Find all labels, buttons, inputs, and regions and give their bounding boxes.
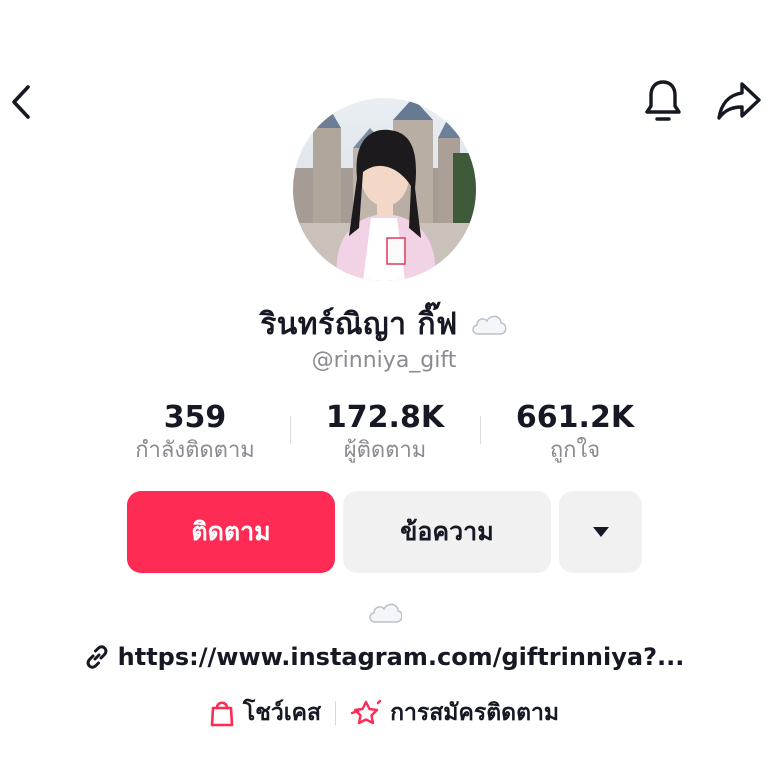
followers-label: ผู้ติดตาม	[343, 438, 427, 463]
followers-count: 172.8K	[325, 400, 445, 435]
caret-down-icon	[592, 527, 609, 537]
subscription-label: การสมัครติดตาม	[390, 700, 560, 726]
shopping-bag-icon	[210, 701, 234, 727]
username: @rinniya_gift	[311, 348, 457, 373]
follow-button[interactable]: ติดตาม	[127, 491, 335, 573]
display-name: รินทร์ณิญา กิ๊ฟ	[260, 306, 458, 342]
following-stat[interactable]: 359 กำลังติดตาม	[105, 398, 285, 464]
chevron-left-icon	[12, 85, 30, 119]
profile-stats: 359 กำลังติดตาม 172.8K ผู้ติดตาม 661.2K …	[105, 398, 665, 468]
feature-divider	[335, 701, 337, 725]
likes-label: ถูกใจ	[549, 438, 601, 463]
cloud-emoji	[472, 315, 507, 335]
stat-divider	[480, 416, 481, 444]
suggested-accounts-button[interactable]	[559, 491, 642, 573]
share-button[interactable]	[714, 78, 764, 124]
showcase-label: โชว์เคส	[242, 700, 322, 726]
link-url: https://www.instagram.com/giftrinniya?..…	[117, 643, 685, 671]
bell-icon	[645, 80, 681, 121]
profile-avatar[interactable]	[293, 98, 476, 281]
back-button[interactable]	[4, 82, 38, 122]
stat-divider	[290, 416, 291, 444]
subscription-link[interactable]: การสมัครติดตาม	[350, 695, 559, 731]
share-arrow-icon	[717, 82, 761, 120]
showcase-link[interactable]: โชว์เคส	[209, 695, 321, 731]
followers-stat[interactable]: 172.8K ผู้ติดตาม	[295, 398, 475, 464]
likes-stat[interactable]: 661.2K ถูกใจ	[485, 398, 665, 464]
message-button[interactable]: ข้อความ	[343, 491, 551, 573]
likes-count: 661.2K	[515, 400, 635, 435]
display-name-row: รินทร์ณิญา กิ๊ฟ	[0, 300, 768, 348]
following-label: กำลังติดตาม	[135, 438, 255, 463]
notification-button[interactable]	[640, 76, 686, 126]
link-icon	[86, 645, 108, 669]
profile-features: โชว์เคส การสมัครติดตาม	[0, 695, 768, 731]
following-count: 359	[163, 400, 227, 435]
subscription-star-icon	[350, 699, 382, 725]
cloud-emoji	[369, 603, 402, 623]
bio-link[interactable]: https://www.instagram.com/giftrinniya?..…	[0, 640, 768, 674]
